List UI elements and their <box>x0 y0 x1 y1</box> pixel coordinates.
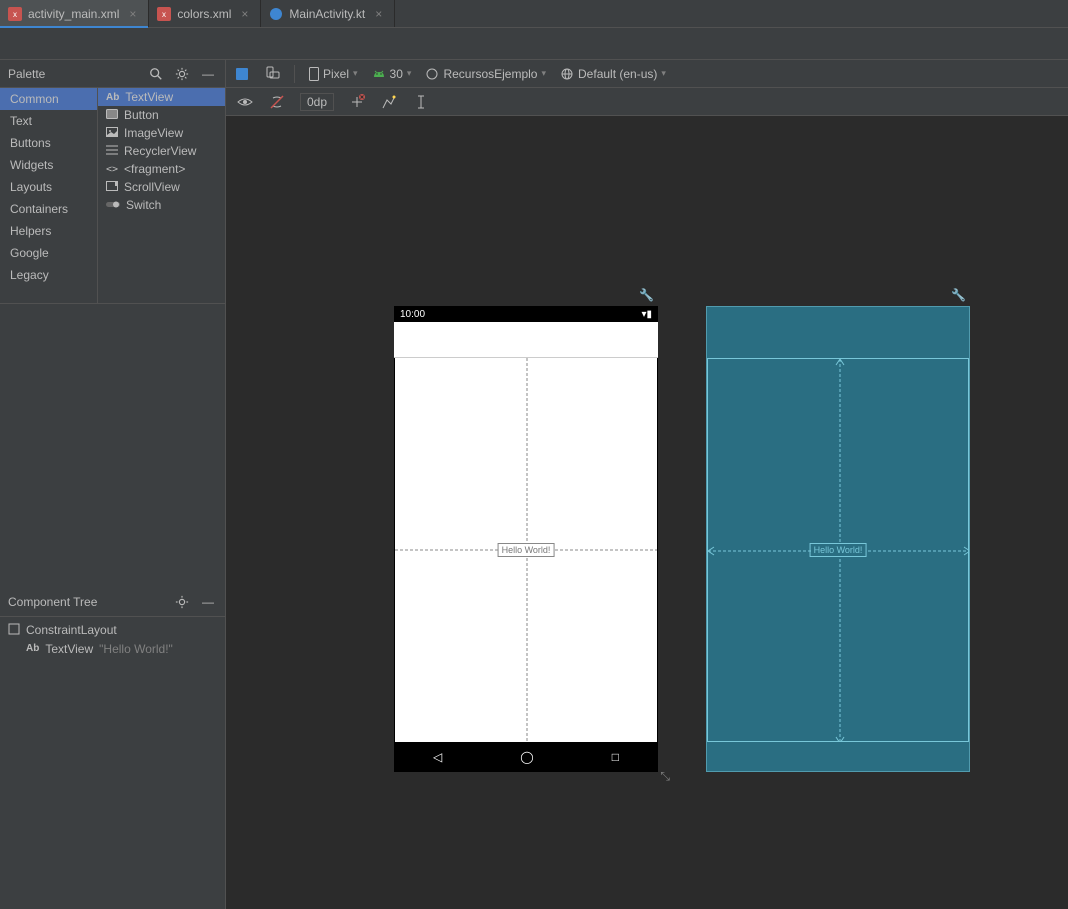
gear-icon[interactable] <box>173 593 191 611</box>
design-surface-panel: Pixel▾ 30▾ RecursosEjemplo▾ Default (en-… <box>226 60 1068 909</box>
palette-cat-common[interactable]: Common <box>0 88 97 110</box>
scroll-icon <box>106 180 118 194</box>
device-status-bar: 10:00 ▾ ▮ <box>394 306 658 322</box>
palette-cat-containers[interactable]: Containers <box>0 198 97 220</box>
palette-cat-legacy[interactable]: Legacy <box>0 264 97 286</box>
theme-select[interactable]: RecursosEjemplo▾ <box>425 67 546 81</box>
palette-title: Palette <box>8 67 45 81</box>
clear-constraints-icon[interactable] <box>348 93 366 111</box>
palette-item-button[interactable]: Button <box>98 106 225 124</box>
list-icon <box>106 144 118 158</box>
nav-recent-icon: □ <box>612 750 619 764</box>
tab-label: activity_main.xml <box>28 7 119 21</box>
tab-colors[interactable]: x colors.xml × <box>149 0 261 27</box>
minimize-icon[interactable]: — <box>199 65 217 83</box>
device-nav-bar: ◁ ◯ □ <box>394 742 658 772</box>
orientation-button[interactable] <box>264 66 280 82</box>
palette-cat-buttons[interactable]: Buttons <box>0 132 97 154</box>
text-icon: Ab <box>106 92 119 103</box>
palette-body: Common Text Buttons Widgets Layouts Cont… <box>0 88 225 304</box>
blueprint-textview[interactable]: Hello World! <box>810 543 867 557</box>
palette-item-recyclerview[interactable]: RecyclerView <box>98 142 225 160</box>
nav-home-icon: ◯ <box>520 750 533 764</box>
close-icon[interactable]: × <box>129 7 136 21</box>
device-select[interactable]: Pixel▾ <box>309 67 358 81</box>
tree-node-constraintlayout[interactable]: ConstraintLayout <box>8 621 217 640</box>
left-panel: Palette — Common Text Buttons Widgets La… <box>0 60 226 909</box>
infer-constraints-icon[interactable] <box>380 93 398 111</box>
autoconnect-icon[interactable] <box>268 93 286 111</box>
nav-back-icon: ◁ <box>433 750 442 764</box>
design-canvas[interactable]: 🔧 10:00 ▾ ▮ <box>226 116 1068 909</box>
palette-item-fragment[interactable]: <> <fragment> <box>98 160 225 178</box>
palette-cat-helpers[interactable]: Helpers <box>0 220 97 242</box>
tab-label: MainActivity.kt <box>289 7 365 21</box>
tab-label: colors.xml <box>177 7 231 21</box>
palette-categories: Common Text Buttons Widgets Layouts Cont… <box>0 88 98 303</box>
device-preview-blueprint[interactable]: 🔧 Hello <box>706 306 970 772</box>
preview-textview[interactable]: Hello World! <box>498 543 555 557</box>
resize-handle-icon[interactable]: ⤡ <box>660 769 670 784</box>
palette-header: Palette — <box>0 60 225 88</box>
palette-item-imageview[interactable]: ImageView <box>98 124 225 142</box>
palette-item-textview[interactable]: Ab TextView <box>98 88 225 106</box>
palette-cat-text[interactable]: Text <box>0 110 97 132</box>
battery-icon: ▮ <box>646 309 652 320</box>
button-icon <box>106 108 118 122</box>
render-layout-surface[interactable]: Hello World! <box>395 358 657 742</box>
locale-select[interactable]: Default (en-us)▾ <box>560 67 666 81</box>
component-tree-header: Component Tree — <box>0 589 225 617</box>
wrench-icon[interactable]: 🔧 <box>951 288 966 302</box>
minimize-icon[interactable]: — <box>199 593 217 611</box>
component-tree-body: ConstraintLayout Ab TextView "Hello Worl… <box>0 617 225 909</box>
palette-item-switch[interactable]: Switch <box>98 196 225 214</box>
close-icon[interactable]: × <box>241 7 248 21</box>
tree-node-textview[interactable]: Ab TextView "Hello World!" <box>8 640 217 658</box>
design-subtoolbar: 0dp <box>226 88 1068 116</box>
palette-cat-layouts[interactable]: Layouts <box>0 176 97 198</box>
xml-file-icon: x <box>157 7 171 21</box>
close-icon[interactable]: × <box>375 7 382 21</box>
device-app-bar <box>394 322 658 358</box>
svg-text:x: x <box>162 10 166 19</box>
text-icon: Ab <box>26 643 39 654</box>
device-preview-render[interactable]: 🔧 10:00 ▾ ▮ <box>394 306 658 772</box>
xml-file-icon: x <box>8 7 22 21</box>
blueprint-layout-surface[interactable]: Hello World! <box>707 358 969 742</box>
wrench-icon[interactable]: 🔧 <box>639 288 654 302</box>
svg-text:x: x <box>13 10 17 19</box>
status-time: 10:00 <box>400 309 425 320</box>
design-mode-button[interactable] <box>234 66 250 82</box>
search-icon[interactable] <box>147 65 165 83</box>
image-icon <box>106 126 118 140</box>
api-select[interactable]: 30▾ <box>372 67 412 81</box>
tab-activity-main[interactable]: x activity_main.xml × <box>0 0 149 27</box>
design-toolbar: Pixel▾ 30▾ RecursosEjemplo▾ Default (en-… <box>226 60 1068 88</box>
layout-icon <box>8 623 20 638</box>
breadcrumb-area <box>0 28 1068 60</box>
switch-icon <box>106 198 120 212</box>
palette-cat-widgets[interactable]: Widgets <box>0 154 97 176</box>
gear-icon[interactable] <box>173 65 191 83</box>
palette-item-scrollview[interactable]: ScrollView <box>98 178 225 196</box>
editor-tab-bar: x activity_main.xml × x colors.xml × Mai… <box>0 0 1068 28</box>
fragment-icon: <> <box>106 164 118 175</box>
eye-icon[interactable] <box>236 93 254 111</box>
component-tree-title: Component Tree <box>8 595 97 609</box>
kotlin-file-icon <box>269 7 283 21</box>
default-margin-select[interactable]: 0dp <box>300 93 334 111</box>
guidelines-icon[interactable] <box>412 93 430 111</box>
palette-flex-spacer <box>0 304 225 589</box>
tab-main-activity[interactable]: MainActivity.kt × <box>261 0 395 27</box>
palette-cat-google[interactable]: Google <box>0 242 97 264</box>
palette-items: Ab TextView Button ImageView RecyclerVie… <box>98 88 225 303</box>
